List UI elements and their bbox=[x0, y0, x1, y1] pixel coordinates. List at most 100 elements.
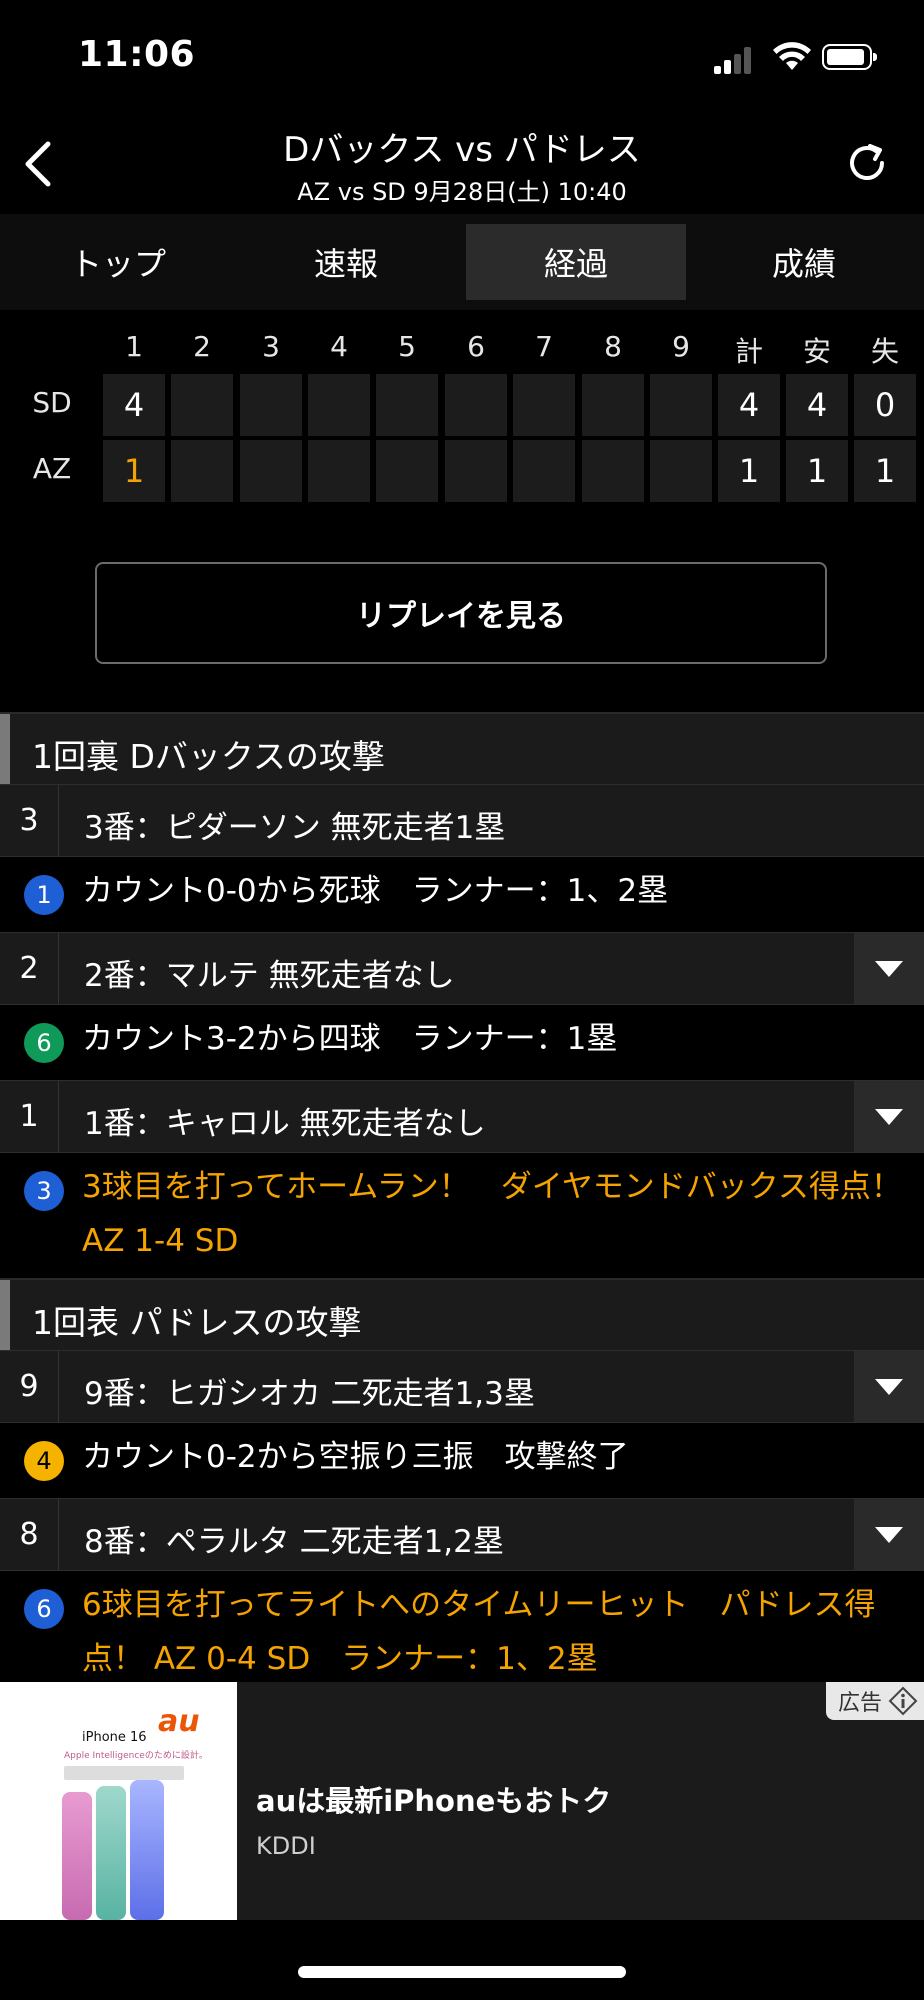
inning-score-cell bbox=[376, 374, 438, 436]
batter-row[interactable]: 9 9番：ヒガシオカ 二死走者1,3塁 bbox=[0, 1350, 924, 1422]
total-score-cell: 1 bbox=[718, 440, 780, 502]
inning-score-cell bbox=[650, 440, 712, 502]
inning-score-cell bbox=[171, 374, 233, 436]
total-score-cell: 4 bbox=[718, 374, 780, 436]
batter-info: 2番：マルテ 無死走者なし bbox=[84, 958, 455, 994]
section-marker bbox=[0, 1280, 10, 1350]
total-score-cell: 1 bbox=[786, 440, 848, 502]
play-event: 6 カウント3-2から四球 ランナー：1塁 bbox=[0, 1004, 924, 1080]
total-score-cell: 1 bbox=[854, 440, 916, 502]
score-header-8: 9 bbox=[672, 330, 690, 363]
inning-section-header: 1回表 パドレスの攻撃 bbox=[0, 1278, 924, 1350]
batter-info: 1番：キャロル 無死走者なし bbox=[84, 1106, 486, 1142]
inning-score-cell bbox=[240, 440, 302, 502]
section-title: 1回裏 Dバックスの攻撃 bbox=[32, 737, 385, 776]
status-time: 11:06 bbox=[78, 34, 196, 75]
team-label: AZ bbox=[32, 452, 72, 485]
tab-progress[interactable]: 経過 bbox=[466, 224, 686, 300]
inning-score-cell: 4 bbox=[103, 374, 165, 436]
score-header-1: 2 bbox=[193, 330, 211, 363]
play-event: 1 カウント0-0から死球 ランナー：1、2塁 bbox=[0, 856, 924, 932]
batter-row[interactable]: 8 8番：ペラルタ 二死走者1,2塁 bbox=[0, 1498, 924, 1570]
expand-chevron-icon[interactable] bbox=[854, 1081, 924, 1152]
replay-button[interactable]: リプレイを見る bbox=[95, 562, 827, 664]
expand-chevron-icon[interactable] bbox=[854, 1351, 924, 1422]
inning-score-cell bbox=[171, 440, 233, 502]
battery-icon bbox=[822, 44, 877, 70]
pitch-count-badge: 1 bbox=[24, 875, 64, 915]
wifi-icon bbox=[773, 42, 811, 70]
score-header-11: 失 bbox=[870, 335, 899, 368]
iphone-teal-image bbox=[96, 1786, 126, 1920]
tab-live[interactable]: 速報 bbox=[236, 224, 456, 300]
batter-row[interactable]: 1 1番：キャロル 無死走者なし bbox=[0, 1080, 924, 1152]
play-description: 3球目を打ってホームラン！ ダイヤモンドバックス得点！ AZ 1-4 SD bbox=[82, 1169, 902, 1259]
batting-order: 8 bbox=[0, 1499, 59, 1570]
inning-score-cell bbox=[650, 374, 712, 436]
expand-chevron-icon[interactable] bbox=[854, 1499, 924, 1570]
expand-chevron-icon[interactable] bbox=[854, 933, 924, 1004]
ad-product-name: iPhone 16 bbox=[82, 1730, 147, 1745]
score-header-4: 5 bbox=[398, 330, 416, 363]
inning-score-cell bbox=[240, 374, 302, 436]
inning-section-header: 1回裏 Dバックスの攻撃 bbox=[0, 712, 924, 784]
inning-score-cell bbox=[582, 440, 644, 502]
pitch-count-badge: 3 bbox=[24, 1171, 64, 1211]
iphone-pink-image bbox=[62, 1792, 92, 1920]
batter-info: 3番：ピダーソン 無死走者1塁 bbox=[84, 810, 506, 846]
ad-title[interactable]: auは最新iPhoneもおトク bbox=[256, 1778, 611, 1820]
total-score-cell: 0 bbox=[854, 374, 916, 436]
inning-score-cell bbox=[445, 440, 507, 502]
home-indicator[interactable] bbox=[298, 1966, 626, 1978]
game-subtitle: AZ vs SD 9月28日(土) 10:40 bbox=[297, 178, 627, 206]
refresh-icon[interactable] bbox=[844, 140, 890, 186]
tab-stats[interactable]: 成績 bbox=[694, 224, 914, 300]
au-logo: au bbox=[158, 1704, 200, 1739]
pitch-count-badge: 4 bbox=[24, 1441, 64, 1481]
score-header-7: 8 bbox=[604, 330, 622, 363]
play-event: 6 6球目を打ってライトへのタイムリーヒット パドレス得点！ AZ 0-4 SD … bbox=[0, 1570, 924, 1680]
score-header-2: 3 bbox=[262, 330, 280, 363]
score-header-9: 計 bbox=[734, 335, 763, 368]
batter-row[interactable]: 2 2番：マルテ 無死走者なし bbox=[0, 932, 924, 1004]
total-score-cell: 4 bbox=[786, 374, 848, 436]
batting-order: 3 bbox=[0, 785, 59, 856]
tab-bar: トップ 速報 経過 成績 bbox=[0, 214, 924, 310]
ad-banner[interactable]: au iPhone 16 Apple Intelligenceのために設計。 広… bbox=[0, 1682, 924, 1920]
score-header-5: 6 bbox=[467, 330, 485, 363]
section-title: 1回表 パドレスの攻撃 bbox=[32, 1303, 362, 1342]
inning-score-cell bbox=[376, 440, 438, 502]
ad-tagline: Apple Intelligenceのために設計。 bbox=[64, 1751, 208, 1761]
inning-score-cell: 1 bbox=[103, 440, 165, 502]
play-description: 6球目を打ってライトへのタイムリーヒット パドレス得点！ AZ 0-4 SD ラ… bbox=[82, 1587, 876, 1677]
inning-score-cell bbox=[445, 374, 507, 436]
ad-fine-print bbox=[64, 1766, 184, 1780]
pitch-count-badge: 6 bbox=[24, 1589, 64, 1629]
ad-image[interactable]: au iPhone 16 Apple Intelligenceのために設計。 bbox=[0, 1682, 237, 1920]
score-header-3: 4 bbox=[330, 330, 348, 363]
inning-score-cell bbox=[308, 374, 370, 436]
ad-label: 広告 bbox=[826, 1682, 924, 1720]
tab-top[interactable]: トップ bbox=[8, 224, 228, 300]
score-header-0: 1 bbox=[125, 330, 143, 363]
play-description: カウント0-0から死球 ランナー：1、2塁 bbox=[82, 873, 669, 909]
team-label: SD bbox=[32, 386, 72, 419]
batter-info: 8番：ペラルタ 二死走者1,2塁 bbox=[84, 1524, 504, 1560]
play-event: 4 カウント0-2から空振り三振 攻撃終了 bbox=[0, 1422, 924, 1498]
play-event: 3 3球目を打ってホームラン！ ダイヤモンドバックス得点！ AZ 1-4 SD bbox=[0, 1152, 924, 1278]
game-title: Dバックス vs パドレス bbox=[283, 130, 641, 170]
score-header-6: 7 bbox=[535, 330, 553, 363]
ad-info-icon[interactable] bbox=[888, 1686, 918, 1716]
batting-order: 1 bbox=[0, 1081, 59, 1152]
pitch-count-badge: 6 bbox=[24, 1023, 64, 1063]
section-marker bbox=[0, 714, 10, 784]
batting-order: 2 bbox=[0, 933, 59, 1004]
batting-order: 9 bbox=[0, 1351, 59, 1422]
inning-score-cell bbox=[513, 374, 575, 436]
inning-score-cell bbox=[513, 440, 575, 502]
play-description: カウント0-2から空振り三振 攻撃終了 bbox=[82, 1439, 629, 1475]
score-header-10: 安 bbox=[802, 335, 831, 368]
play-description: カウント3-2から四球 ランナー：1塁 bbox=[82, 1021, 618, 1057]
inning-score-cell bbox=[308, 440, 370, 502]
inning-score-cell bbox=[582, 374, 644, 436]
